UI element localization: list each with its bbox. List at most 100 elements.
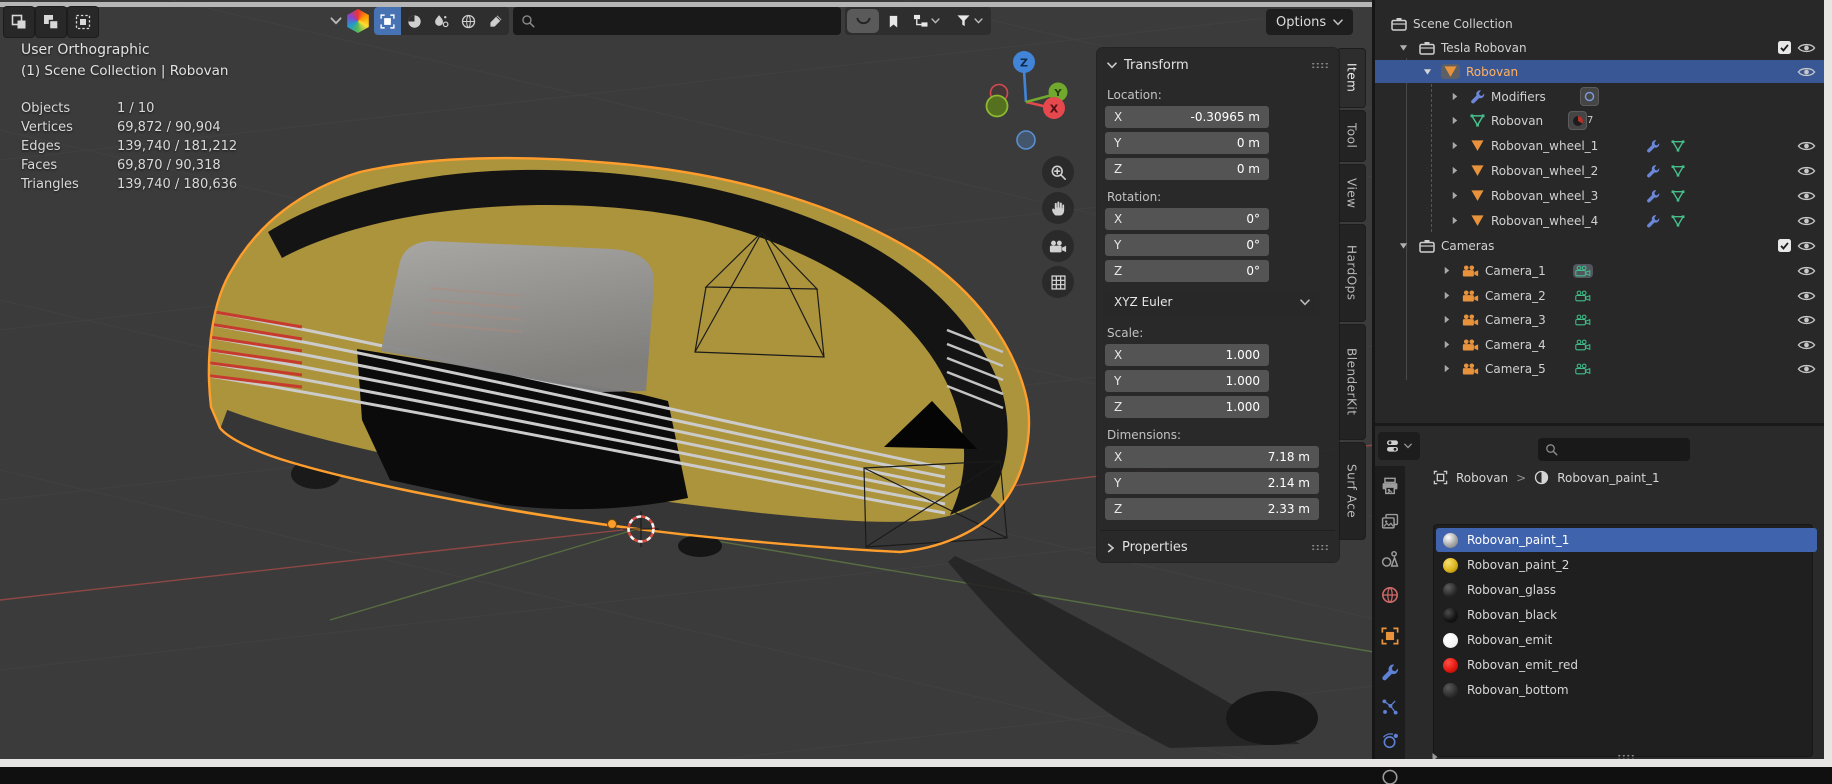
disclosure-triangle-icon[interactable] [1423, 67, 1433, 77]
asset-type-scene-button[interactable] [428, 7, 455, 35]
rotation-mode-dropdown[interactable]: XYZ Euler [1105, 290, 1319, 314]
dimensions-y-field[interactable]: Y2.14 m [1105, 472, 1319, 494]
dimensions-z-field[interactable]: Z2.33 m [1105, 498, 1319, 520]
panel-grip[interactable] [1311, 544, 1329, 551]
asset-type-hdr-button[interactable] [455, 7, 482, 35]
tab-blenderkit[interactable]: BlenderKit [1337, 324, 1366, 440]
material-slot-robovan-bottom[interactable]: Robovan_bottom [1436, 678, 1817, 702]
rotation-y-field[interactable]: Y0° [1105, 234, 1269, 256]
output-properties-tab-icon[interactable] [1381, 477, 1399, 495]
eye-icon[interactable] [1797, 165, 1816, 177]
outliner-row-modifiers[interactable]: Modifiers [1375, 85, 1824, 108]
outliner-row-robovan-wheel-4[interactable]: Robovan_wheel_4 [1375, 209, 1824, 232]
scene-properties-tab-icon[interactable] [1381, 550, 1399, 568]
object-properties-tab-icon[interactable] [1381, 627, 1399, 645]
collection-checkbox[interactable] [1778, 239, 1791, 252]
location-y-field[interactable]: Y0 m [1105, 132, 1269, 154]
blenderkit-logo-icon[interactable] [346, 9, 370, 33]
ratings-arc-button[interactable] [847, 9, 879, 33]
tab-hardops[interactable]: HardOps [1337, 224, 1366, 322]
scale-y-field[interactable]: Y1.000 [1105, 370, 1269, 392]
data-properties-tab-icon[interactable] [1381, 766, 1399, 784]
camera-data-icon[interactable] [1575, 290, 1591, 302]
disclosure-triangle-icon[interactable] [1451, 92, 1461, 102]
eye-icon[interactable] [1797, 66, 1816, 78]
blenderkit-search-input[interactable] [541, 13, 805, 29]
gizmo-x-ball[interactable]: X [1043, 97, 1065, 119]
tab-tool[interactable]: Tool [1337, 110, 1366, 162]
world-properties-tab-icon[interactable] [1381, 586, 1399, 604]
select-mode-new-button[interactable] [3, 6, 35, 38]
3d-viewport[interactable]: Options Y Z X User Orthographic (1) [0, 0, 1374, 767]
material-slot-robovan-paint-1[interactable]: Robovan_paint_1 [1436, 528, 1817, 552]
select-mode-extend-button[interactable] [35, 6, 67, 38]
zoom-button[interactable] [1042, 156, 1074, 188]
camera-data-icon[interactable] [1575, 363, 1591, 375]
location-x-field[interactable]: X-0.30965 m [1105, 106, 1269, 128]
eye-icon[interactable] [1797, 215, 1816, 227]
filter-button[interactable] [947, 7, 991, 35]
editor-type-button[interactable] [1378, 432, 1420, 460]
asset-type-material-button[interactable] [401, 7, 428, 35]
particle-properties-tab-icon[interactable] [1381, 698, 1399, 716]
disclosure-triangle-icon[interactable] [1451, 116, 1461, 126]
disclosure-triangle-icon[interactable] [1451, 191, 1461, 201]
outliner-row-scene-collection[interactable]: Scene Collection [1375, 12, 1824, 35]
gizmo-minus-y-ball[interactable] [987, 96, 1008, 117]
disclosure-triangle-icon[interactable] [1443, 266, 1453, 276]
outliner-row-robovan[interactable]: Robovan [1375, 60, 1824, 83]
properties-search-input[interactable] [1564, 442, 1678, 458]
material-slot-robovan-paint-2[interactable]: Robovan_paint_2 [1436, 553, 1817, 577]
outliner-row-robovan-wheel-2[interactable]: Robovan_wheel_2 [1375, 159, 1824, 182]
material-badge[interactable] [1568, 111, 1587, 130]
asset-type-model-button[interactable] [374, 7, 401, 35]
outliner-row-robovan-wheel-3[interactable]: Robovan_wheel_3 [1375, 184, 1824, 207]
material-slot-robovan-emit[interactable]: Robovan_emit [1436, 628, 1817, 652]
scale-z-field[interactable]: Z1.000 [1105, 396, 1269, 418]
outliner-row-robovan-wheel-1[interactable]: Robovan_wheel_1 [1375, 134, 1824, 157]
disclosure-triangle-icon[interactable] [1443, 364, 1453, 374]
bookmarks-button[interactable] [881, 7, 905, 35]
eye-icon[interactable] [1797, 314, 1816, 326]
camera-data-icon[interactable] [1575, 265, 1591, 277]
outliner-row-tesla-robovan[interactable]: Tesla Robovan [1375, 36, 1824, 59]
rotation-z-field[interactable]: Z0° [1105, 260, 1269, 282]
eye-icon[interactable] [1797, 363, 1816, 375]
material-slot-robovan-glass[interactable]: Robovan_glass [1436, 578, 1817, 602]
eye-icon[interactable] [1797, 339, 1816, 351]
gizmo-z-ball[interactable]: Z [1013, 51, 1035, 73]
pan-button[interactable] [1042, 192, 1074, 224]
collection-checkbox[interactable] [1778, 41, 1791, 54]
scale-x-field[interactable]: X1.000 [1105, 344, 1269, 366]
disclosure-triangle-icon[interactable] [1451, 216, 1461, 226]
select-mode-intersect-button[interactable] [67, 6, 99, 38]
eye-icon[interactable] [1797, 240, 1816, 252]
disclosure-triangle-icon[interactable] [1399, 241, 1409, 251]
options-button[interactable]: Options [1266, 9, 1353, 35]
eye-icon[interactable] [1797, 140, 1816, 152]
disclosure-triangle-icon[interactable] [1443, 340, 1453, 350]
breadcrumb-material[interactable]: Robovan_paint_1 [1557, 471, 1659, 485]
disclosure-triangle-icon[interactable] [1443, 291, 1453, 301]
disclosure-triangle-icon[interactable] [1451, 166, 1461, 176]
navigation-gizmo[interactable]: Y Z X [966, 42, 1096, 162]
outliner-row-camera-2[interactable]: Camera_2 [1375, 284, 1824, 307]
outliner-row-cameras[interactable]: Cameras [1375, 234, 1824, 257]
camera-data-icon[interactable] [1575, 314, 1591, 326]
outliner-row-camera-3[interactable]: Camera_3 [1375, 308, 1824, 331]
outliner-row-camera-1[interactable]: Camera_1 [1375, 259, 1824, 282]
material-slot-robovan-emit-red[interactable]: Robovan_emit_red [1436, 653, 1817, 677]
tab-surface[interactable]: Surf Ace [1337, 442, 1366, 540]
rotation-x-field[interactable]: X0° [1105, 208, 1269, 230]
view-layer-properties-tab-icon[interactable] [1381, 513, 1399, 531]
modifier-properties-tab-icon[interactable] [1381, 663, 1399, 681]
disclosure-triangle-icon[interactable] [1451, 141, 1461, 151]
collapse-chevron-icon[interactable] [1107, 62, 1117, 69]
breadcrumb-object[interactable]: Robovan [1456, 471, 1508, 485]
material-slot-list[interactable]: Robovan_paint_1 Robovan_paint_2 Robovan_… [1433, 524, 1813, 757]
camera-data-icon[interactable] [1575, 339, 1591, 351]
disclosure-triangle-icon[interactable] [1399, 43, 1409, 53]
panel-grip[interactable] [1311, 62, 1329, 69]
eye-icon[interactable] [1797, 42, 1816, 54]
eye-icon[interactable] [1797, 290, 1816, 302]
